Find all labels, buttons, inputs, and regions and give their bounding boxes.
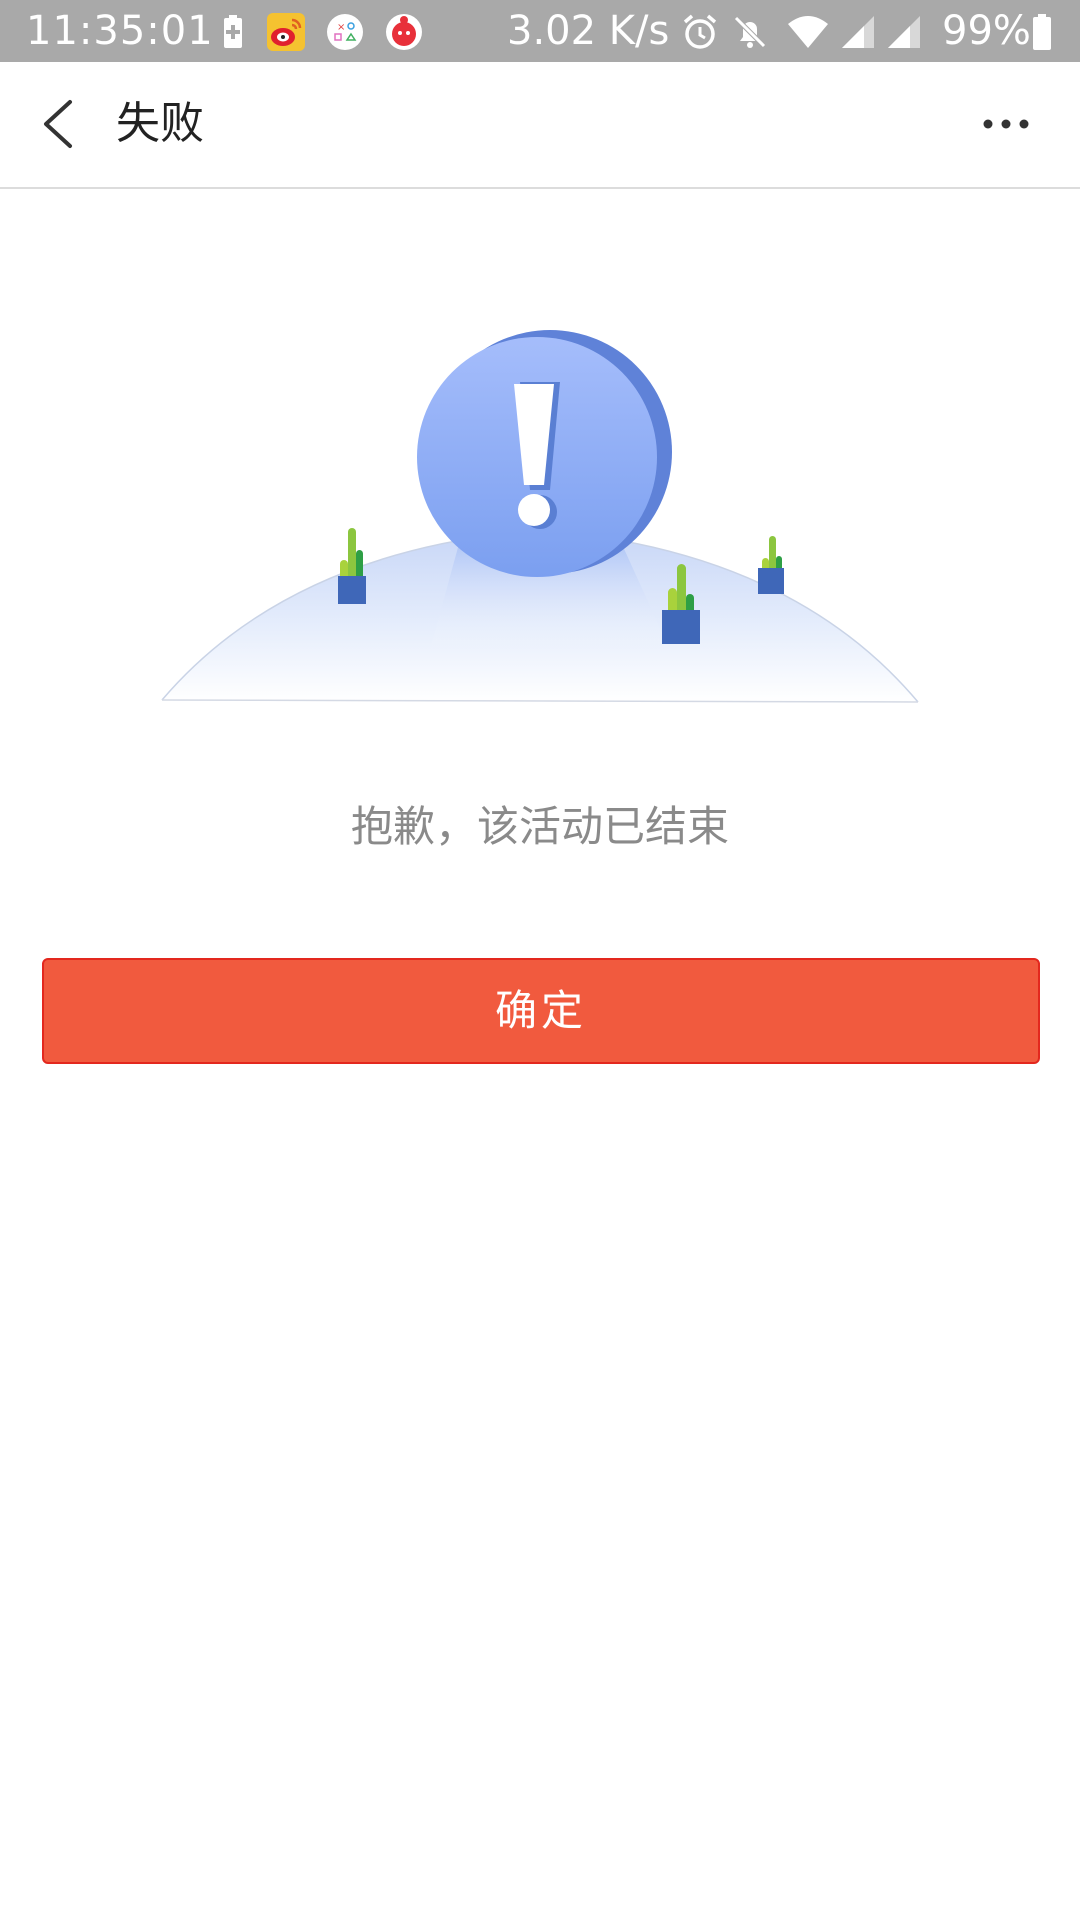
red-app-icon (386, 14, 422, 50)
more-button[interactable] (972, 92, 1042, 156)
status-bar: 11:35:01 × 3.02 K/s 99% (0, 0, 1080, 62)
weibo-icon (267, 13, 305, 51)
plant-right (758, 536, 784, 594)
error-message: 抱歉，该活动已结束 (350, 802, 729, 851)
signal-icon (842, 16, 874, 48)
alarm-icon (683, 14, 717, 49)
wifi-icon (788, 16, 828, 48)
signal-icon (888, 16, 920, 48)
network-speed: 3.02 K/s (507, 8, 670, 54)
app-header: 失败 (0, 62, 1080, 189)
svg-text:×: × (337, 22, 345, 33)
battery-icon (1033, 14, 1051, 50)
game-controller-icon: × (327, 14, 363, 50)
warning-illustration (161, 330, 919, 703)
status-time: 11:35:01 (26, 8, 214, 54)
mute-bell-icon (734, 16, 766, 48)
plant-left (338, 528, 366, 604)
page-title: 失败 (116, 98, 204, 149)
chevron-left-icon (44, 100, 72, 148)
more-horizontal-icon (983, 119, 1029, 129)
confirm-button[interactable]: 确定 (42, 958, 1040, 1064)
battery-saver-icon (224, 15, 242, 48)
back-button[interactable] (30, 92, 86, 156)
battery-percent: 99% (942, 8, 1031, 54)
